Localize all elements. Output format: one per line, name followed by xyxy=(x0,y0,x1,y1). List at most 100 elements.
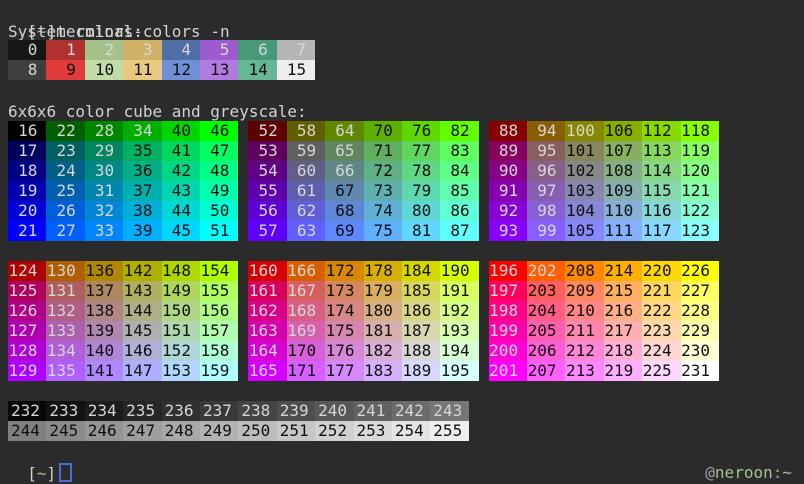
color-cube-block-2: 5258647076825359657177835460667278845561… xyxy=(248,121,478,241)
color-cell-102: 102 xyxy=(565,161,603,181)
color-cell-191: 191 xyxy=(440,281,478,301)
color-cell-141: 141 xyxy=(85,361,123,381)
color-row: 163169175181187193 xyxy=(248,321,478,341)
system-colors-grid: 0123456789101112131415 xyxy=(8,40,315,80)
color-cell-14: 14 xyxy=(238,60,276,80)
color-cell-127: 127 xyxy=(8,321,46,341)
color-cell-57: 57 xyxy=(248,221,286,241)
color-cell-41: 41 xyxy=(162,141,200,161)
color-cell-228: 228 xyxy=(681,301,719,321)
color-cell-21: 21 xyxy=(8,221,46,241)
color-cell-86: 86 xyxy=(440,201,478,221)
color-row: 125131137143149155 xyxy=(8,281,238,301)
system-colors-title: System colors: xyxy=(8,22,143,42)
color-cell-110: 110 xyxy=(604,201,642,221)
color-row: 9298104110116122 xyxy=(489,201,719,221)
color-cell-74: 74 xyxy=(364,201,402,221)
color-cell-149: 149 xyxy=(162,281,200,301)
color-cell-222: 222 xyxy=(642,301,680,321)
color-cell-85: 85 xyxy=(440,181,478,201)
color-cell-226: 226 xyxy=(681,261,719,281)
color-cell-165: 165 xyxy=(248,361,286,381)
color-cell-162: 162 xyxy=(248,301,286,321)
color-cell-154: 154 xyxy=(200,261,238,281)
color-cell-52: 52 xyxy=(248,121,286,141)
color-cell-117: 117 xyxy=(642,221,680,241)
color-cell-125: 125 xyxy=(8,281,46,301)
color-cell-25: 25 xyxy=(46,181,84,201)
prompt-line-bottom: [~] xyxy=(8,443,72,484)
color-cell-205: 205 xyxy=(527,321,565,341)
color-cell-112: 112 xyxy=(642,121,680,141)
color-cell-169: 169 xyxy=(287,321,325,341)
color-cell-129: 129 xyxy=(8,361,46,381)
color-cell-37: 37 xyxy=(123,181,161,201)
status-at-sign: @ xyxy=(705,463,715,482)
color-row: 9399105111117123 xyxy=(489,221,719,241)
color-cell-217: 217 xyxy=(604,321,642,341)
color-cell-62: 62 xyxy=(287,201,325,221)
color-cell-207: 207 xyxy=(527,361,565,381)
color-cell-185: 185 xyxy=(402,281,440,301)
color-cell-131: 131 xyxy=(46,281,84,301)
color-cell-83: 83 xyxy=(440,141,478,161)
color-row: 129135141147153159 xyxy=(8,361,238,381)
color-row: 172329354147 xyxy=(8,141,238,161)
greyscale-grid: 2322332342352362372382392402412422432442… xyxy=(8,401,469,441)
color-cell-60: 60 xyxy=(287,161,325,181)
color-cell-134: 134 xyxy=(46,341,84,361)
color-cell-197: 197 xyxy=(489,281,527,301)
color-cell-76: 76 xyxy=(402,121,440,141)
color-cell-7: 7 xyxy=(277,40,315,60)
color-cell-155: 155 xyxy=(200,281,238,301)
color-cell-67: 67 xyxy=(325,181,363,201)
color-cell-180: 180 xyxy=(364,301,402,321)
color-cell-181: 181 xyxy=(364,321,402,341)
color-cell-11: 11 xyxy=(123,60,161,80)
color-cell-59: 59 xyxy=(287,141,325,161)
terminal-cursor[interactable] xyxy=(59,463,72,482)
color-cell-56: 56 xyxy=(248,201,286,221)
color-cell-183: 183 xyxy=(364,361,402,381)
color-cell-54: 54 xyxy=(248,161,286,181)
color-cell-113: 113 xyxy=(642,141,680,161)
color-cell-219: 219 xyxy=(604,361,642,381)
color-cell-81: 81 xyxy=(402,221,440,241)
color-cell-160: 160 xyxy=(248,261,286,281)
color-cell-171: 171 xyxy=(287,361,325,381)
color-cell-58: 58 xyxy=(287,121,325,141)
color-cell-202: 202 xyxy=(527,261,565,281)
terminal-screen[interactable]: { "terminal": { "background": "#2b2b2b",… xyxy=(0,0,804,484)
color-cell-182: 182 xyxy=(364,341,402,361)
color-cell-50: 50 xyxy=(200,201,238,221)
color-cell-116: 116 xyxy=(642,201,680,221)
color-cell-156: 156 xyxy=(200,301,238,321)
color-cell-2: 2 xyxy=(85,40,123,60)
color-cell-8: 8 xyxy=(8,60,46,80)
color-cell-0: 0 xyxy=(8,40,46,60)
color-cell-245: 245 xyxy=(46,421,84,441)
color-cell-49: 49 xyxy=(200,181,238,201)
color-cell-164: 164 xyxy=(248,341,286,361)
color-cell-87: 87 xyxy=(440,221,478,241)
color-cell-23: 23 xyxy=(46,141,84,161)
color-row: 9197103109115121 xyxy=(489,181,719,201)
color-cell-147: 147 xyxy=(123,361,161,381)
color-row: 192531374349 xyxy=(8,181,238,201)
color-cube-block-6: 1962022082142202261972032092152212271982… xyxy=(489,261,719,381)
color-cell-137: 137 xyxy=(85,281,123,301)
color-row: 127133139145151157 xyxy=(8,321,238,341)
color-cell-231: 231 xyxy=(681,361,719,381)
color-cell-133: 133 xyxy=(46,321,84,341)
color-cell-111: 111 xyxy=(604,221,642,241)
color-cell-232: 232 xyxy=(8,401,46,421)
status-host-indicator: @neroon:~ xyxy=(686,443,792,483)
color-cell-122: 122 xyxy=(681,201,719,221)
color-cell-72: 72 xyxy=(364,161,402,181)
color-cell-175: 175 xyxy=(325,321,363,341)
color-row: 165171177183189195 xyxy=(248,361,478,381)
color-cell-220: 220 xyxy=(642,261,680,281)
color-cell-254: 254 xyxy=(392,421,430,441)
color-cell-138: 138 xyxy=(85,301,123,321)
prompt-bracket-open: [ xyxy=(27,464,37,483)
